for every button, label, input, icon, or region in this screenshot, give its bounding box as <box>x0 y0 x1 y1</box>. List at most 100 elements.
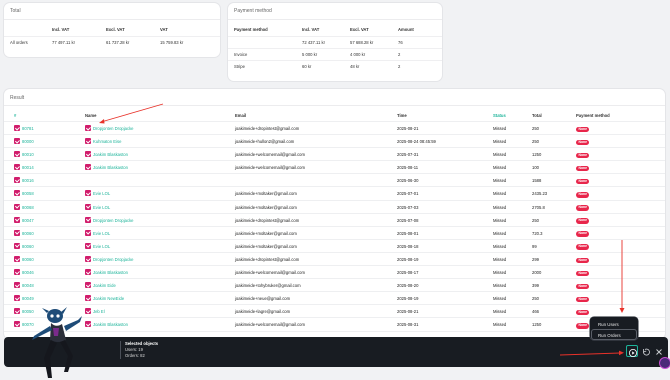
checkbox-icon[interactable] <box>14 269 20 276</box>
order-id-link[interactable]: 80049 <box>22 296 34 301</box>
corner-widget-icon[interactable] <box>660 358 670 368</box>
checkbox-icon[interactable] <box>85 242 91 249</box>
checkbox-icon[interactable] <box>85 138 91 145</box>
order-id-link[interactable]: 80060 <box>22 244 34 249</box>
checkbox-icon[interactable] <box>85 229 91 236</box>
row-id-cell[interactable]: 80000 <box>14 135 34 148</box>
checkbox-icon[interactable] <box>14 216 20 223</box>
customer-name-link[interactable]: Dropjonten Dropjacke <box>93 126 134 131</box>
customer-name-link[interactable]: Dropjonten Dropjacke <box>93 257 134 262</box>
checkbox-icon[interactable] <box>14 229 20 236</box>
row-name-cell[interactable]: Joakim Blaskaston <box>85 161 128 174</box>
col-header-time[interactable]: Time <box>397 110 407 122</box>
checkbox-icon[interactable] <box>14 164 20 171</box>
table-row[interactable]: 80000 Kuhmaton Eise joakimeide+hullon2@gma… <box>4 135 665 149</box>
customer-name-link[interactable]: Jeb El <box>93 309 105 314</box>
order-id-link[interactable]: 80058 <box>22 191 34 196</box>
customer-name-link[interactable]: Joakim Blaskaston <box>93 152 128 157</box>
row-name-cell[interactable]: Joakim NewEide <box>85 292 124 305</box>
customer-name-link[interactable]: Evie LOL <box>93 231 110 236</box>
table-row[interactable]: 80060 Dropjonten Dropjacke joakimeide+drop… <box>4 253 665 267</box>
checkbox-icon[interactable] <box>14 177 20 184</box>
row-name-cell[interactable]: Evie LOL <box>85 227 110 240</box>
col-header-email[interactable]: Email <box>235 110 246 122</box>
order-id-link[interactable]: 80060 <box>22 231 34 236</box>
row-name-cell[interactable]: Evie LOL <box>85 240 110 253</box>
order-id-link[interactable]: 80781 <box>22 126 34 131</box>
table-row[interactable]: 80060 Evie LOL joakimeide+moltaker@gmail.c… <box>4 227 665 240</box>
row-id-cell[interactable]: 80016 <box>14 174 34 187</box>
row-id-cell[interactable]: 80781 <box>14 122 34 135</box>
row-id-cell[interactable]: 80048 <box>14 279 34 292</box>
table-row[interactable]: 80068 Evie LOL joakimeide+moltaker@gmail.c… <box>4 201 665 214</box>
table-row[interactable]: 80047 Dropjonten Dropjacke joakimeide+drop… <box>4 214 665 227</box>
row-id-cell[interactable]: 80047 <box>14 214 34 227</box>
customer-name-link[interactable]: Dropjonten Dropjacke <box>93 218 134 223</box>
row-id-cell[interactable]: 80068 <box>14 201 34 214</box>
checkbox-icon[interactable] <box>85 125 91 131</box>
row-id-cell[interactable]: 80060 <box>14 227 34 240</box>
run-orders-menu-item[interactable]: Run Orders <box>591 329 637 340</box>
run-users-menu-item[interactable]: Run Users <box>591 318 637 329</box>
row-id-cell[interactable]: 80046 <box>14 266 34 279</box>
table-row[interactable]: 80060 Evie LOL joakimeide+moltaker@gmail.c… <box>4 240 665 253</box>
row-id-cell[interactable]: 80060 <box>14 240 34 253</box>
checkbox-icon[interactable] <box>14 282 20 289</box>
table-row[interactable]: 80050 Jeb El joakimeide+lagre@gmail.com 202… <box>4 305 665 319</box>
close-button[interactable] <box>653 345 665 357</box>
row-name-cell[interactable]: Dropjonten Dropjacke <box>85 253 134 266</box>
checkbox-icon[interactable] <box>14 138 20 145</box>
order-id-link[interactable]: 80000 <box>22 139 34 144</box>
col-header-total[interactable]: Total <box>532 110 542 122</box>
checkbox-icon[interactable] <box>14 242 20 249</box>
table-row[interactable]: 80070 Joakim Blaskaston joakimeide+welcome… <box>4 318 665 332</box>
order-id-link[interactable]: 80046 <box>22 270 34 275</box>
checkbox-icon[interactable] <box>14 151 20 158</box>
table-row[interactable]: 80058 Evie LOL joakimeide+moltaker@gmail.c… <box>4 187 665 201</box>
checkbox-icon[interactable] <box>14 321 20 328</box>
table-row[interactable]: 80048 Joakim Eide joakimeide+tohybruker@gm… <box>4 279 665 293</box>
customer-name-link[interactable]: Joakim Blaskaston <box>93 322 128 327</box>
table-row[interactable]: 80046 Joakim Blaskaston joakimeide+welcome… <box>4 266 665 280</box>
row-id-cell[interactable]: 80058 <box>14 187 34 200</box>
row-id-cell[interactable]: 80010 <box>14 148 34 161</box>
row-name-cell[interactable]: Dropjonten Dropjacke <box>85 122 134 135</box>
row-name-cell[interactable]: Dropjonten Dropjacke <box>85 214 134 227</box>
customer-name-link[interactable]: Joakim NewEide <box>93 296 124 301</box>
row-name-cell[interactable]: Evie LOL <box>85 187 110 200</box>
checkbox-icon[interactable] <box>85 216 91 223</box>
order-id-link[interactable]: 80016 <box>22 178 34 183</box>
checkbox-icon[interactable] <box>85 151 91 158</box>
order-id-link[interactable]: 80010 <box>22 152 34 157</box>
col-header-name[interactable]: Name <box>85 110 96 122</box>
checkbox-icon[interactable] <box>14 203 20 210</box>
undo-button[interactable] <box>640 345 652 357</box>
table-row[interactable]: 80010 Joakim Blaskaston joakimeide+welcome… <box>4 148 665 162</box>
row-id-cell[interactable]: 80060 <box>14 253 34 266</box>
customer-name-link[interactable]: Evie LOL <box>93 244 110 249</box>
checkbox-icon[interactable] <box>14 125 20 131</box>
customer-name-link[interactable]: Joakim Eide <box>93 283 116 288</box>
checkbox-icon[interactable] <box>14 255 20 262</box>
row-id-cell[interactable]: 80014 <box>14 161 34 174</box>
checkbox-icon[interactable] <box>14 308 20 315</box>
order-id-link[interactable]: 80047 <box>22 218 34 223</box>
order-id-link[interactable]: 80060 <box>22 257 34 262</box>
row-name-cell[interactable]: Joakim Blaskaston <box>85 148 128 161</box>
checkbox-icon[interactable] <box>14 295 20 302</box>
order-id-link[interactable]: 80014 <box>22 165 34 170</box>
customer-name-link[interactable]: Evie LOL <box>93 205 110 210</box>
col-header-payment[interactable]: Payment method <box>576 110 610 122</box>
table-row[interactable]: 80781 Dropjonten Dropjacke joakimeide+drop… <box>4 122 665 136</box>
row-name-cell[interactable]: Kuhmaton Eise <box>85 135 121 148</box>
row-name-cell[interactable]: Joakim Eide <box>85 279 116 292</box>
checkbox-icon[interactable] <box>85 164 91 171</box>
customer-name-link[interactable]: Evie LOL <box>93 191 110 196</box>
checkbox-icon[interactable] <box>85 190 91 197</box>
row-name-cell[interactable]: Joakim Blaskaston <box>85 266 128 279</box>
checkbox-icon[interactable] <box>85 255 91 262</box>
col-header-status[interactable]: Status <box>493 110 506 122</box>
col-header-id[interactable]: # <box>14 110 16 122</box>
row-name-cell[interactable]: Evie LOL <box>85 201 110 214</box>
checkbox-icon[interactable] <box>85 282 91 289</box>
